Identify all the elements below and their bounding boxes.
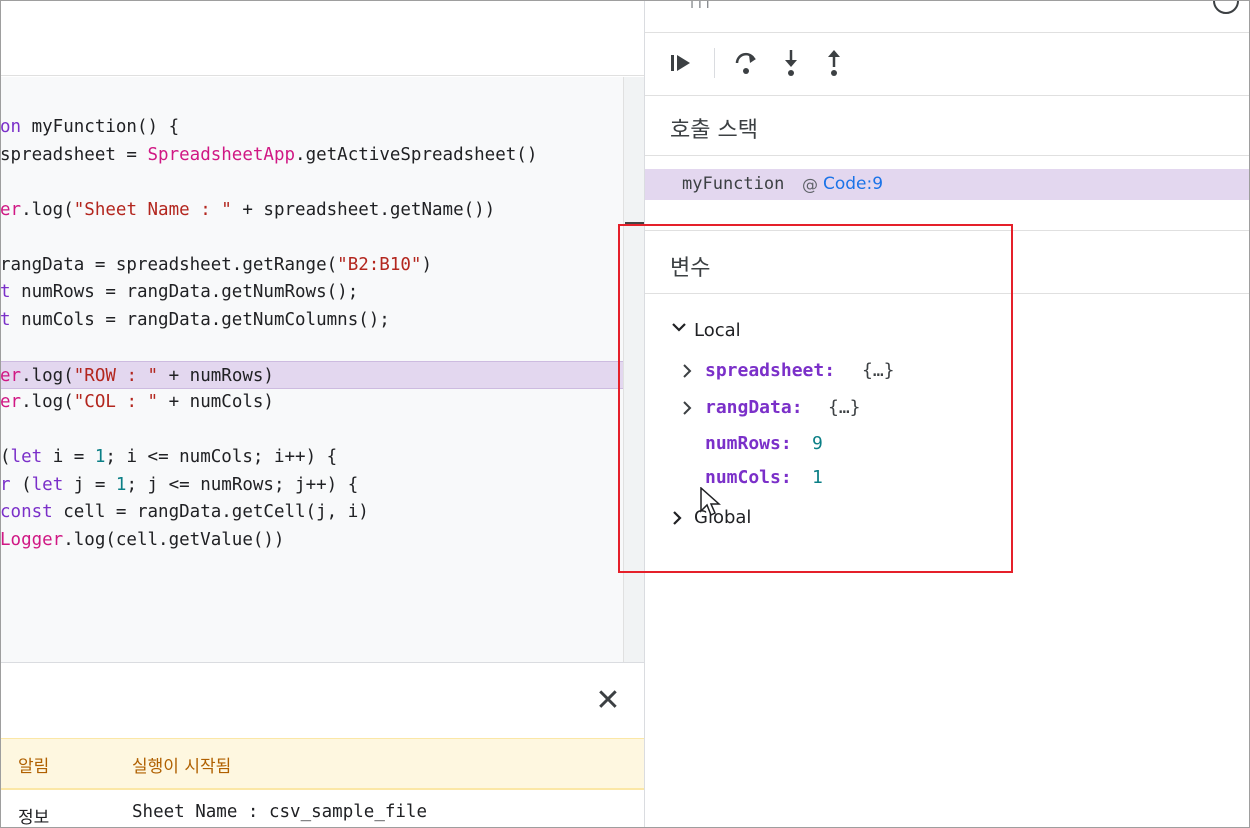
annotation-highlight-box — [618, 224, 1013, 573]
code-token: spreadsheet = — [0, 144, 148, 165]
code-token: t — [0, 309, 11, 330]
code-token: er — [0, 365, 22, 386]
code-token: .log( — [21, 392, 74, 412]
code-token: "B2:B10" — [337, 254, 422, 275]
mouse-pointer-icon — [700, 486, 722, 521]
code-line[interactable]: rangData = spreadsheet.getRange("B2:B10"… — [0, 251, 623, 279]
log-row-type: 정보 — [18, 808, 50, 828]
step-over-icon[interactable] — [733, 46, 759, 80]
code-token: rangData = spreadsheet.getRange( — [0, 254, 338, 275]
code-line[interactable]: on myFunction() { — [0, 113, 623, 141]
code-token: let — [31, 474, 64, 495]
code-token: on — [0, 117, 22, 137]
code-token: numRows = rangData.getNumRows(); — [10, 282, 359, 302]
close-icon[interactable]: ✕ — [593, 686, 623, 716]
code-line[interactable] — [0, 223, 623, 251]
code-token: er — [0, 199, 22, 220]
code-token: cell = rangData.getCell(j, i) — [52, 502, 369, 522]
step-out-icon[interactable] — [823, 46, 845, 80]
code-editor[interactable]: on myFunction() {spreadsheet = Spreadshe… — [0, 77, 623, 662]
code-line[interactable] — [0, 333, 623, 361]
call-stack-title: 호출 스택 — [670, 118, 758, 143]
resume-icon[interactable] — [668, 46, 694, 80]
code-token: t — [0, 282, 11, 302]
call-stack-divider — [645, 155, 1250, 156]
code-line-current[interactable]: er.log("ROW : " + numRows) — [0, 360, 623, 389]
topbar-marks: | | | — [690, 0, 710, 8]
step-into-icon[interactable] — [780, 46, 802, 80]
log-header-message: 실행이 시작됨 — [132, 757, 232, 777]
code-token: + numCols) — [158, 392, 274, 412]
log-header-type: 알림 — [18, 757, 50, 777]
code-token: ) — [421, 254, 432, 275]
stack-frame-function: myFunction — [682, 174, 785, 194]
code-token: .getActiveSpreadsheet() — [295, 144, 538, 165]
code-line[interactable] — [0, 168, 623, 196]
code-token: er — [0, 392, 22, 412]
code-token: ; i <= numCols; i++) { — [105, 447, 338, 467]
code-token: .log(cell.getValue()) — [63, 529, 285, 550]
code-token: Logger — [0, 529, 64, 550]
code-token: ( — [0, 447, 11, 467]
code-line[interactable]: t numCols = rangData.getNumColumns(); — [0, 306, 623, 334]
code-token: "ROW : " — [73, 365, 159, 386]
code-token: "COL : " — [73, 392, 159, 412]
code-token: r — [0, 474, 11, 495]
code-token: i = — [42, 447, 95, 467]
stack-frame-location-link[interactable]: Code:9 — [823, 174, 883, 194]
code-line[interactable]: const cell = rangData.getCell(j, i) — [0, 498, 623, 526]
code-token: const — [0, 502, 53, 522]
code-token: j = — [63, 474, 116, 495]
code-token: 1 — [94, 447, 106, 467]
code-line[interactable]: spreadsheet = SpreadsheetApp.getActiveSp… — [0, 141, 623, 169]
code-line[interactable]: t numRows = rangData.getNumRows(); — [0, 278, 623, 306]
code-token: + spreadsheet.getName()) — [231, 199, 496, 220]
stack-frame-at: @ — [802, 175, 818, 194]
code-line[interactable]: r (let j = 1; j <= numRows; j++) { — [0, 471, 623, 499]
code-line[interactable] — [0, 416, 623, 444]
code-token: 1 — [115, 474, 127, 495]
toolbar-separator — [714, 48, 715, 78]
code-line[interactable]: Logger.log(cell.getValue()) — [0, 526, 623, 554]
code-token: .log( — [21, 199, 74, 220]
code-line[interactable]: (let i = 1; i <= numCols; i++) { — [0, 443, 623, 471]
code-token: "Sheet Name : " — [73, 199, 232, 220]
code-token: SpreadsheetApp — [147, 144, 296, 165]
code-token: ( — [10, 474, 32, 495]
editor-header — [0, 0, 644, 76]
code-line[interactable]: er.log("Sheet Name : " + spreadsheet.get… — [0, 196, 623, 224]
code-token: myFunction() { — [21, 117, 180, 137]
code-token: .log( — [21, 365, 74, 386]
code-line[interactable]: er.log("COL : " + numCols) — [0, 388, 623, 416]
log-header-row — [0, 738, 644, 790]
code-token: numCols = rangData.getNumColumns(); — [10, 309, 390, 330]
code-token: let — [10, 447, 43, 467]
code-token: ; j <= numRows; j++) { — [126, 474, 359, 495]
code-token: + numRows) — [158, 365, 274, 386]
log-row-message: Sheet Name : csv_sample_file — [132, 802, 428, 822]
